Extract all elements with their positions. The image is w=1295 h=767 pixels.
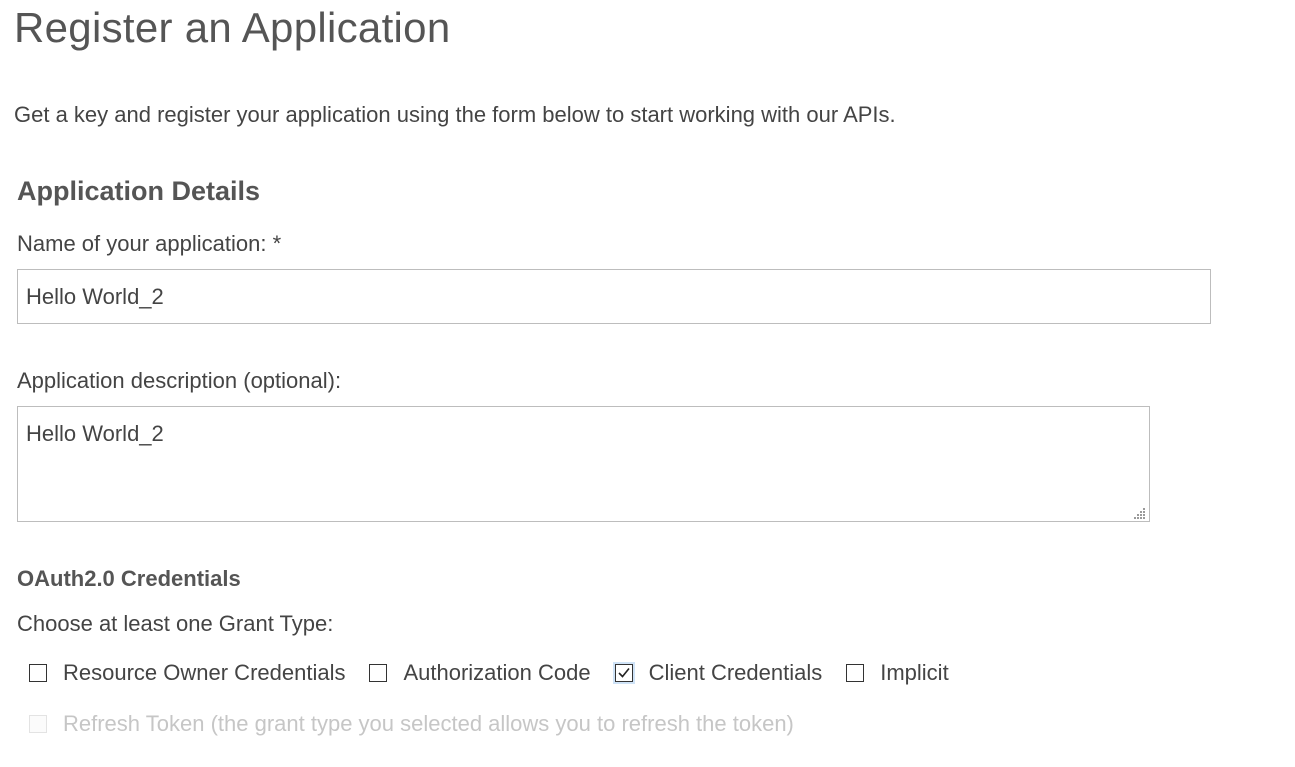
application-details-heading: Application Details — [17, 176, 261, 206]
grant-type-options: Resource Owner Credentials Authorization… — [29, 656, 973, 690]
grant-implicit-option[interactable]: Implicit — [846, 660, 949, 686]
refresh-token-label: Refresh Token (the grant type you select… — [63, 711, 794, 736]
app-name-label: Name of your application: * — [17, 231, 282, 256]
check-icon — [618, 667, 630, 678]
grant-resource-owner-option[interactable]: Resource Owner Credentials — [29, 660, 345, 686]
grant-resource-owner-checkbox[interactable] — [29, 664, 47, 682]
grant-authorization-code-label: Authorization Code — [403, 660, 591, 685]
grant-authorization-code-checkbox[interactable] — [369, 664, 388, 682]
resize-grip-icon[interactable] — [1134, 506, 1146, 519]
app-name-input[interactable] — [17, 269, 1211, 324]
app-description-textarea[interactable]: Hello World_2 — [17, 406, 1150, 522]
grant-implicit-label: Implicit — [880, 660, 949, 685]
grant-authorization-code-option[interactable]: Authorization Code — [369, 660, 591, 686]
refresh-token-checkbox — [29, 715, 47, 733]
page-title: Register an Application — [14, 4, 451, 51]
grant-client-credentials-option[interactable]: Client Credentials — [614, 660, 823, 686]
grant-resource-owner-label: Resource Owner Credentials — [63, 660, 346, 685]
grant-type-label: Choose at least one Grant Type: — [17, 611, 334, 636]
grant-implicit-checkbox[interactable] — [846, 664, 865, 682]
intro-text: Get a key and register your application … — [14, 102, 896, 127]
oauth-credentials-heading: OAuth2.0 Credentials — [17, 566, 241, 591]
refresh-token-option: Refresh Token (the grant type you select… — [29, 707, 794, 741]
app-description-label: Application description (optional): — [17, 368, 342, 393]
grant-client-credentials-checkbox[interactable] — [614, 664, 633, 682]
grant-client-credentials-label: Client Credentials — [648, 660, 823, 685]
